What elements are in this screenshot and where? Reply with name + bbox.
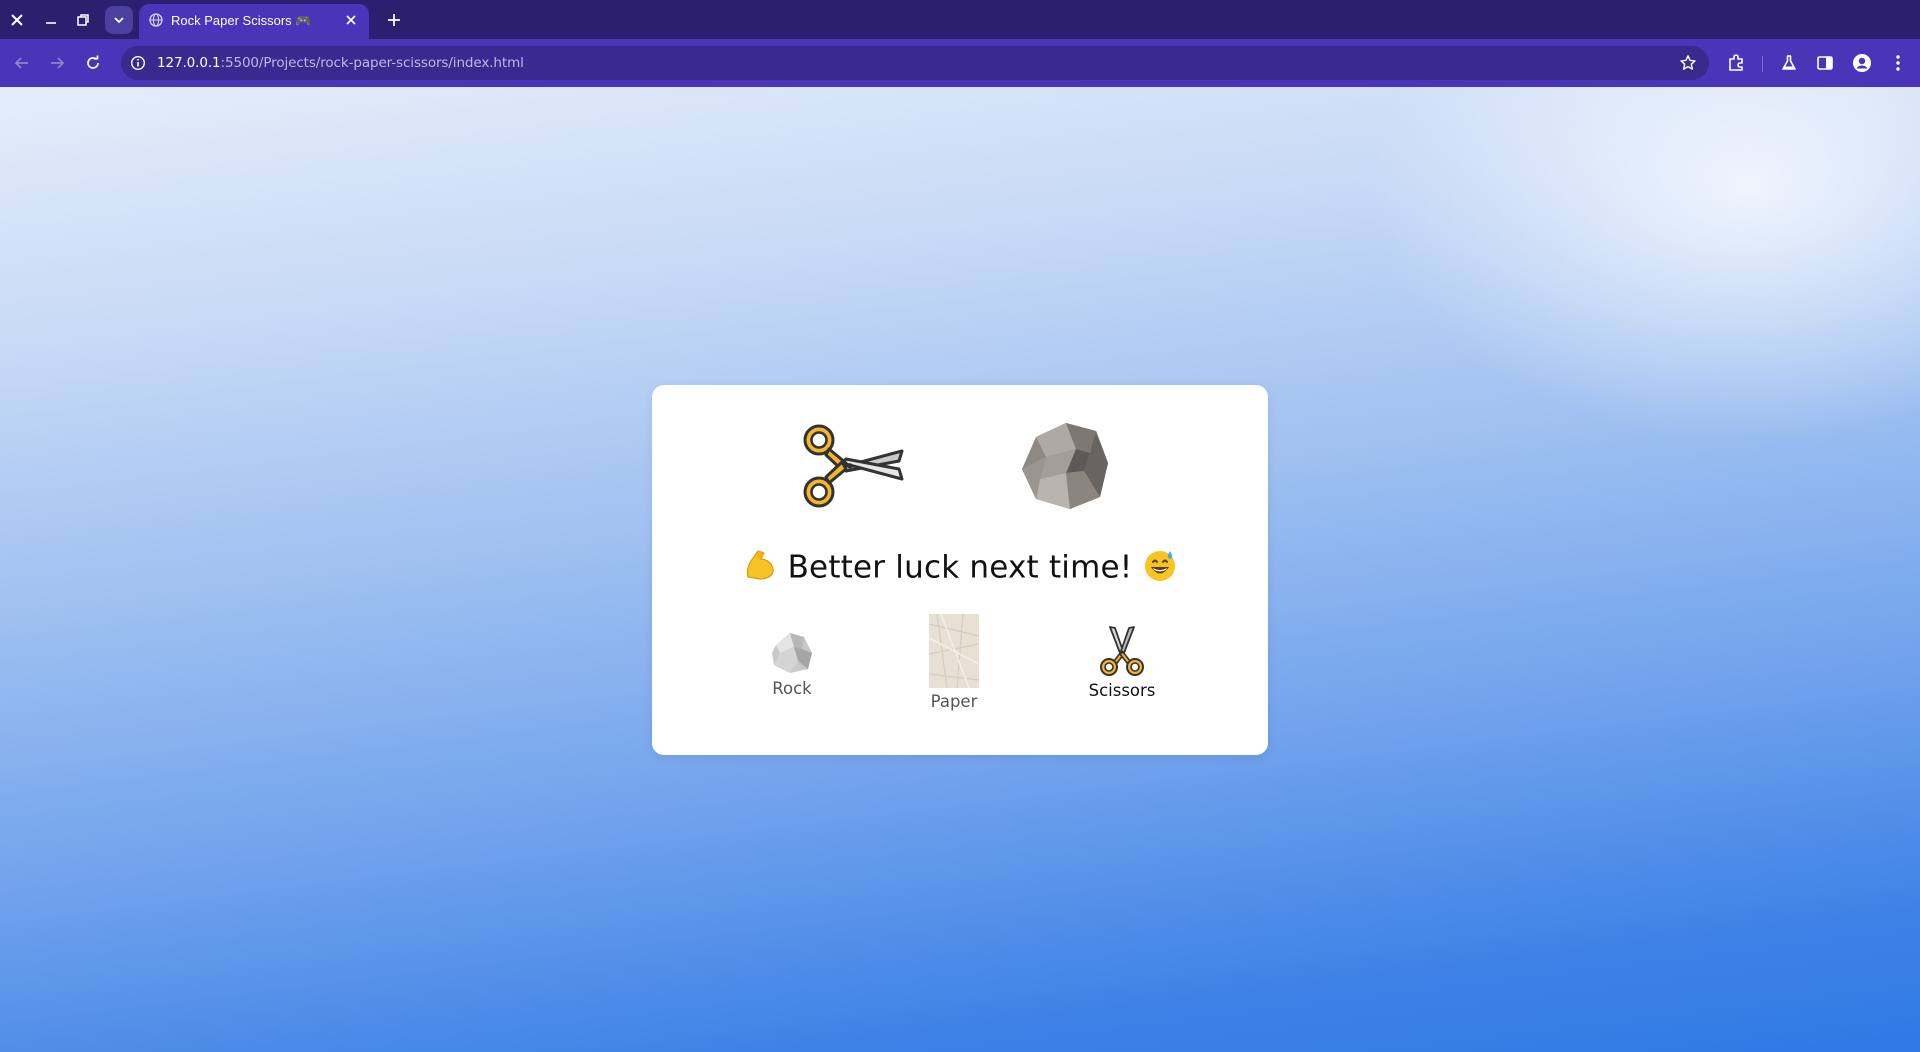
tab-search-button[interactable]	[105, 6, 133, 34]
new-tab-button[interactable]	[380, 6, 408, 34]
profile-avatar-icon[interactable]	[1851, 52, 1873, 74]
bookmark-star-icon[interactable]	[1679, 54, 1697, 72]
back-button[interactable]	[8, 49, 36, 77]
game-card: Better luck next time! Rock Paper Scisso…	[652, 385, 1268, 755]
arrow-right-icon	[51, 57, 65, 69]
plus-icon	[388, 14, 400, 26]
site-info-icon[interactable]	[130, 55, 146, 71]
choice-scissors-label: Scissors	[1088, 681, 1156, 700]
browser-toolbar: 127.0.0.1:5500/Projects/rock-paper-sciss…	[0, 39, 1920, 87]
chevron-down-icon	[114, 17, 124, 24]
extensions-icon[interactable]	[1725, 52, 1747, 74]
paper-icon	[929, 614, 979, 688]
rock-icon	[772, 633, 812, 673]
close-window-icon[interactable]	[3, 6, 31, 34]
choice-rock-label: Rock	[772, 679, 812, 698]
restore-window-icon[interactable]	[69, 6, 97, 34]
globe-icon	[149, 13, 163, 27]
result-text: Better luck next time!	[787, 549, 1133, 586]
scissors-icon	[1100, 626, 1144, 676]
toolbar-divider	[1762, 56, 1763, 72]
arrow-left-icon	[14, 57, 28, 69]
page-viewport: Better luck next time! Rock Paper Scisso…	[0, 87, 1920, 1052]
reload-icon	[87, 55, 99, 69]
choice-scissors-button[interactable]: Scissors	[1082, 625, 1162, 700]
biceps-icon	[746, 550, 774, 580]
choice-paper-label: Paper	[930, 692, 978, 711]
player-hand-scissors-icon	[803, 424, 904, 508]
address-bar[interactable]: 127.0.0.1:5500/Projects/rock-paper-sciss…	[121, 46, 1709, 80]
result-message: Better luck next time!	[652, 547, 1268, 591]
choice-rock-button[interactable]: Rock	[764, 627, 820, 698]
grinning-sweat-emoji	[1142, 547, 1178, 591]
tab-title: Rock Paper Scissors 🎮	[171, 13, 312, 28]
grinning-sweat-icon	[1145, 551, 1176, 581]
reload-button[interactable]	[79, 49, 107, 77]
side-panel-icon[interactable]	[1814, 52, 1836, 74]
background-highlight	[1300, 87, 1920, 487]
browser-tab-strip: Rock Paper Scissors 🎮	[0, 0, 1920, 39]
url-text[interactable]: 127.0.0.1:5500/Projects/rock-paper-sciss…	[157, 55, 524, 71]
choice-paper-button[interactable]: Paper	[926, 614, 982, 711]
flexed-biceps-emoji	[742, 547, 778, 591]
active-tab[interactable]: Rock Paper Scissors 🎮	[139, 4, 369, 39]
menu-kebab-icon[interactable]	[1887, 52, 1909, 74]
labs-flask-icon[interactable]	[1778, 52, 1800, 74]
close-tab-icon[interactable]	[341, 10, 361, 30]
computer-hand-rock-icon	[1022, 423, 1108, 509]
forward-button[interactable]	[43, 49, 71, 77]
minimize-window-icon[interactable]	[37, 6, 65, 34]
